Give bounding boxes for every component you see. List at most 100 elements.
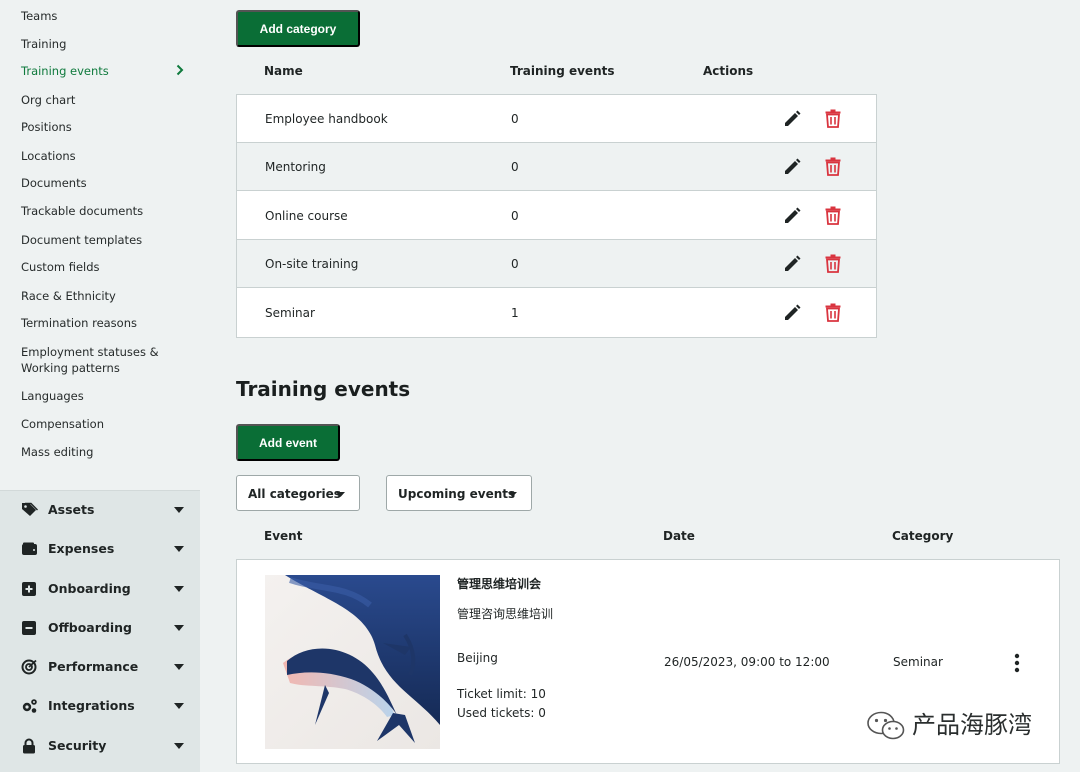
sidebar-section-label: Onboarding bbox=[48, 581, 131, 596]
table-row: Seminar 1 bbox=[237, 289, 876, 337]
lock-icon bbox=[23, 738, 35, 754]
category-name: Mentoring bbox=[265, 160, 326, 174]
column-header-date: Date bbox=[663, 529, 695, 543]
table-row: Online course 0 bbox=[237, 192, 876, 240]
event-used-tickets: Used tickets: 0 bbox=[457, 706, 546, 720]
sidebar-link-compensation[interactable]: Compensation bbox=[21, 416, 104, 432]
sidebar-link-org-chart[interactable]: Org chart bbox=[21, 92, 75, 108]
sidebar-section-integrations[interactable]: Integrations bbox=[0, 691, 200, 721]
column-header-actions: Actions bbox=[703, 64, 754, 78]
sidebar-section-offboarding[interactable]: Offboarding bbox=[0, 613, 200, 643]
sidebar-section-label: Offboarding bbox=[48, 620, 132, 635]
delete-trash-icon[interactable] bbox=[825, 109, 841, 128]
sidebar-link-documents[interactable]: Documents bbox=[21, 175, 87, 191]
caret-down-icon bbox=[174, 664, 184, 670]
caret-down-icon bbox=[174, 546, 184, 552]
wechat-logo-icon bbox=[867, 711, 905, 740]
plus-square-icon bbox=[22, 582, 36, 596]
sidebar-section-performance[interactable]: Performance bbox=[0, 652, 200, 682]
edit-pencil-icon[interactable] bbox=[783, 304, 801, 322]
caret-down-icon bbox=[508, 492, 517, 497]
sidebar: Teams Training Training events Org chart… bbox=[0, 0, 200, 772]
sidebar-section-label: Expenses bbox=[48, 541, 115, 556]
column-header-category: Category bbox=[892, 529, 954, 543]
wallet-icon bbox=[22, 542, 37, 555]
category-event-count: 0 bbox=[511, 112, 519, 126]
target-icon bbox=[21, 659, 37, 675]
delete-trash-icon[interactable] bbox=[825, 157, 841, 176]
sidebar-section-label: Integrations bbox=[48, 698, 135, 713]
category-event-count: 0 bbox=[511, 160, 519, 174]
table-row: On-site training 0 bbox=[237, 240, 876, 288]
sidebar-section-label: Performance bbox=[48, 659, 139, 674]
table-row: Mentoring 0 bbox=[237, 143, 876, 191]
sidebar-link-custom-fields[interactable]: Custom fields bbox=[21, 259, 100, 275]
event-ticket-limit: Ticket limit: 10 bbox=[457, 687, 546, 701]
sidebar-link-race-ethnicity[interactable]: Race & Ethnicity bbox=[21, 288, 116, 304]
edit-pencil-icon[interactable] bbox=[783, 255, 801, 273]
caret-down-icon bbox=[174, 703, 184, 709]
event-title[interactable]: 管理思维培训会 bbox=[457, 576, 541, 592]
add-event-button[interactable]: Add event bbox=[236, 424, 340, 461]
category-name: Online course bbox=[265, 209, 348, 223]
sidebar-link-employment-statuses[interactable]: Employment statuses & bbox=[21, 344, 159, 360]
event-category: Seminar bbox=[893, 655, 943, 669]
caret-down-icon bbox=[336, 492, 345, 497]
chevron-right-icon bbox=[176, 64, 184, 76]
column-header-training-events: Training events bbox=[510, 64, 615, 78]
table-row: Employee handbook 0 bbox=[237, 95, 876, 143]
sidebar-link-trackable-documents[interactable]: Trackable documents bbox=[21, 203, 143, 219]
sidebar-link-document-templates[interactable]: Document templates bbox=[21, 232, 142, 248]
edit-pencil-icon[interactable] bbox=[783, 158, 801, 176]
category-name: On-site training bbox=[265, 257, 359, 271]
sidebar-section-label: Security bbox=[48, 738, 107, 753]
category-event-count: 0 bbox=[511, 257, 519, 271]
sidebar-link-training[interactable]: Training bbox=[21, 36, 66, 52]
dropdown-selected-value: Upcoming events bbox=[398, 487, 516, 501]
dropdown-selected-value: All categories bbox=[248, 487, 341, 501]
categories-table: Employee handbook 0 Mentoring 0 Online c… bbox=[236, 94, 877, 338]
more-options-icon[interactable] bbox=[1014, 653, 1020, 673]
column-header-name: Name bbox=[264, 64, 303, 78]
caret-down-icon bbox=[174, 625, 184, 631]
sidebar-link-locations[interactable]: Locations bbox=[21, 148, 76, 164]
add-category-button[interactable]: Add category bbox=[236, 10, 360, 47]
sidebar-link-working-patterns[interactable]: Working patterns bbox=[21, 360, 120, 376]
edit-pencil-icon[interactable] bbox=[783, 110, 801, 128]
delete-trash-icon[interactable] bbox=[825, 303, 841, 322]
sidebar-link-termination-reasons[interactable]: Termination reasons bbox=[21, 315, 137, 331]
sidebar-section-label: Assets bbox=[48, 502, 95, 517]
delete-trash-icon[interactable] bbox=[825, 254, 841, 273]
minus-square-icon bbox=[22, 621, 36, 635]
event-location: Beijing bbox=[457, 651, 498, 665]
category-event-count: 0 bbox=[511, 209, 519, 223]
category-name: Seminar bbox=[265, 306, 315, 320]
watermark-text: 产品海豚湾 bbox=[912, 711, 1032, 739]
sidebar-link-teams[interactable]: Teams bbox=[21, 8, 57, 24]
sidebar-link-languages[interactable]: Languages bbox=[21, 388, 84, 404]
sidebar-link-mass-editing[interactable]: Mass editing bbox=[21, 444, 93, 460]
event-description: 管理咨询思维培训 bbox=[457, 607, 554, 621]
delete-trash-icon[interactable] bbox=[825, 206, 841, 225]
sidebar-link-training-events[interactable]: Training events bbox=[21, 63, 109, 79]
sidebar-link-positions[interactable]: Positions bbox=[21, 119, 72, 135]
training-events-heading: Training events bbox=[236, 377, 411, 401]
event-date: 26/05/2023, 09:00 to 12:00 bbox=[664, 655, 830, 669]
caret-down-icon bbox=[174, 586, 184, 592]
caret-down-icon bbox=[174, 743, 184, 749]
event-thumbnail-image bbox=[265, 575, 440, 749]
category-name: Employee handbook bbox=[265, 112, 388, 126]
tag-icon bbox=[22, 502, 38, 516]
time-filter-dropdown[interactable]: Upcoming events bbox=[386, 475, 532, 511]
category-event-count: 1 bbox=[511, 306, 519, 320]
sidebar-section-security[interactable]: Security bbox=[0, 731, 200, 761]
category-filter-dropdown[interactable]: All categories bbox=[236, 475, 360, 511]
sidebar-section-expenses[interactable]: Expenses bbox=[0, 534, 200, 564]
gears-icon bbox=[22, 699, 37, 713]
sidebar-section-assets[interactable]: Assets bbox=[0, 495, 200, 525]
column-header-event: Event bbox=[264, 529, 303, 543]
sidebar-sections: Assets Expenses Onboarding Offboarding P… bbox=[0, 490, 200, 772]
caret-down-icon bbox=[174, 507, 184, 513]
sidebar-section-onboarding[interactable]: Onboarding bbox=[0, 574, 200, 604]
edit-pencil-icon[interactable] bbox=[783, 207, 801, 225]
